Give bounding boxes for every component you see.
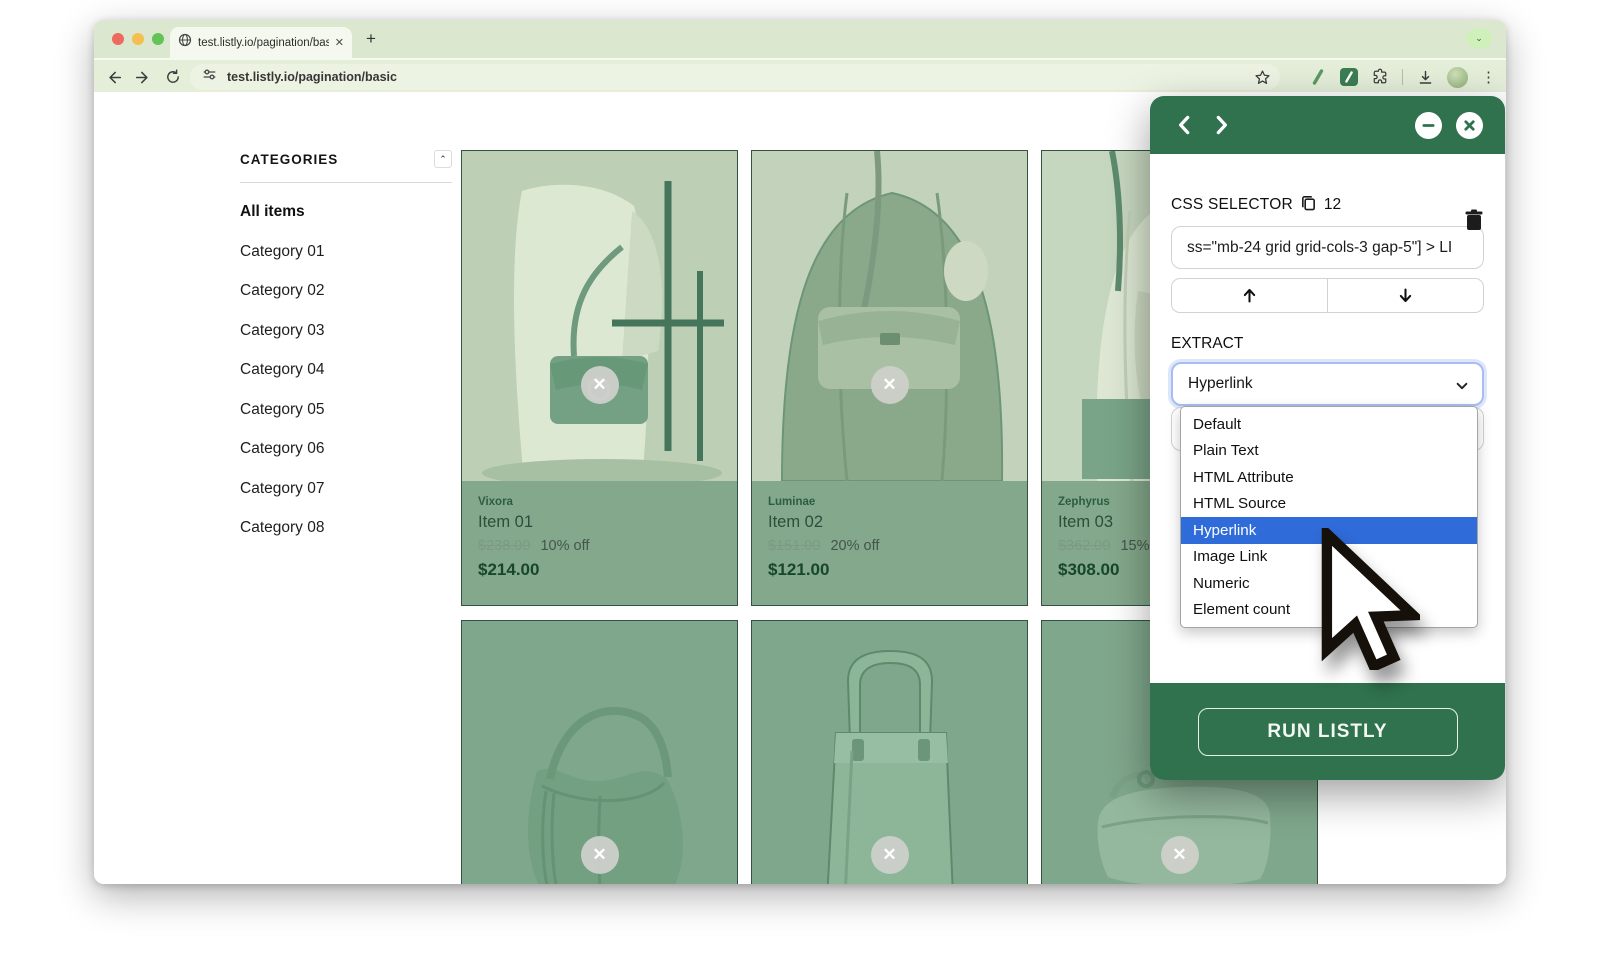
product-info: Luminae Item 02 $151.00 20% off $121.00 <box>752 481 1027 605</box>
extract-selected-value: Hyperlink <box>1188 375 1253 392</box>
back-icon[interactable] <box>104 68 122 86</box>
parent-selector-button[interactable] <box>1172 279 1327 312</box>
product-card[interactable]: ✕ Luminae Item 02 $151.00 20% off $121.0… <box>751 150 1028 606</box>
categories-sidebar: CATEGORIES ⌃ All items Category 01 Categ… <box>240 150 452 559</box>
sidebar-item-category-06[interactable]: Category 06 <box>240 440 452 463</box>
bookmark-star-icon[interactable] <box>1254 68 1272 86</box>
collapse-chevron-icon[interactable]: ⌃ <box>434 150 452 168</box>
option-plain-text[interactable]: Plain Text <box>1181 438 1477 465</box>
current-price: $214.00 <box>478 560 540 579</box>
browser-menu-icon[interactable]: ⋮ <box>1481 68 1496 86</box>
listly-panel: CSS SELECTOR 12 ss="mb-24 grid grid-cols… <box>1150 96 1505 780</box>
sidebar-item-category-03[interactable]: Category 03 <box>240 322 452 345</box>
reload-icon[interactable] <box>164 68 182 86</box>
sidebar-item-category-05[interactable]: Category 05 <box>240 401 452 424</box>
run-listly-button[interactable]: RUN LISTLY <box>1197 707 1458 756</box>
option-default[interactable]: Default <box>1181 411 1477 438</box>
product-card[interactable]: ✕ Vixora Item 01 $238.00 10% off $214.00 <box>461 150 738 606</box>
listly-pen-icon[interactable] <box>1309 68 1327 86</box>
extensions-puzzle-icon[interactable] <box>1371 68 1389 86</box>
downloads-icon[interactable] <box>1416 68 1434 86</box>
profile-avatar[interactable] <box>1447 66 1468 88</box>
arrow-up-icon <box>1243 288 1256 303</box>
site-settings-icon[interactable] <box>202 67 217 87</box>
minimize-window-button[interactable] <box>132 33 144 45</box>
extract-label: EXTRACT <box>1171 335 1244 352</box>
browser-toolbar: test.listly.io/pagination/basic ⋮ <box>94 58 1506 92</box>
original-price: $238.00 <box>478 538 531 554</box>
url-bar[interactable]: test.listly.io/pagination/basic <box>190 64 1280 90</box>
browser-tab[interactable]: test.listly.io/pagination/basic ✕ <box>170 27 352 58</box>
sidebar-item-category-02[interactable]: Category 02 <box>240 282 452 305</box>
product-image: ✕ <box>462 621 737 884</box>
mouse-cursor-icon <box>1320 521 1426 675</box>
sidebar-item-category-04[interactable]: Category 04 <box>240 361 452 384</box>
prev-chevron-icon[interactable] <box>1172 112 1198 138</box>
tab-close-icon[interactable]: ✕ <box>335 36 344 49</box>
listly-extension-icon[interactable] <box>1339 68 1358 86</box>
sidebar-divider <box>240 182 452 183</box>
css-selector-label: CSS SELECTOR <box>1171 196 1293 213</box>
next-chevron-icon[interactable] <box>1208 112 1234 138</box>
copy-icon[interactable] <box>1300 194 1317 216</box>
listly-panel-header <box>1150 96 1505 154</box>
product-card[interactable]: ✕ <box>751 620 1028 884</box>
original-price: $151.00 <box>768 538 821 554</box>
extract-select[interactable]: Hyperlink <box>1171 362 1484 406</box>
globe-favicon-icon <box>178 33 192 52</box>
product-brand: Luminae <box>768 496 816 508</box>
product-name[interactable]: Item 02 <box>768 513 1011 532</box>
child-selector-button[interactable] <box>1327 279 1483 312</box>
minimize-panel-button[interactable] <box>1415 112 1442 139</box>
sidebar-item-all-items[interactable]: All items <box>240 203 452 226</box>
product-name[interactable]: Item 01 <box>478 513 721 532</box>
deselect-button[interactable]: ✕ <box>1160 836 1199 874</box>
product-image: ✕ <box>752 621 1027 884</box>
match-count: 12 <box>1323 196 1342 213</box>
product-info: Vixora Item 01 $238.00 10% off $214.00 <box>462 481 737 605</box>
select-chevron-icon <box>1455 379 1469 398</box>
original-price: $362.00 <box>1058 538 1111 554</box>
url-text: test.listly.io/pagination/basic <box>227 70 397 84</box>
css-selector-input[interactable]: ss="mb-24 grid grid-cols-3 gap-5"] > LI <box>1171 226 1484 269</box>
listly-panel-body: CSS SELECTOR 12 ss="mb-24 grid grid-cols… <box>1150 194 1505 406</box>
toolbar-divider <box>1401 69 1403 85</box>
sidebar-item-category-08[interactable]: Category 08 <box>240 519 452 542</box>
browser-window: test.listly.io/pagination/basic ✕ + ⌄ te… <box>94 20 1506 884</box>
product-brand: Vixora <box>478 496 513 508</box>
arrow-down-icon <box>1399 288 1412 303</box>
trash-icon[interactable] <box>1463 208 1485 237</box>
screenshot-stage: test.listly.io/pagination/basic ✕ + ⌄ te… <box>0 0 1600 956</box>
deselect-button[interactable]: ✕ <box>580 366 619 404</box>
new-tab-button[interactable]: + <box>366 30 376 47</box>
fullscreen-window-button[interactable] <box>152 33 164 45</box>
deselect-button[interactable]: ✕ <box>870 366 909 404</box>
tab-title: test.listly.io/pagination/basic <box>198 36 329 49</box>
product-card[interactable]: ✕ <box>461 620 738 884</box>
option-html-attribute[interactable]: HTML Attribute <box>1181 464 1477 491</box>
tab-strip: test.listly.io/pagination/basic ✕ + ⌄ <box>94 20 1506 58</box>
product-image: ✕ <box>752 151 1027 481</box>
current-price: $121.00 <box>768 560 830 579</box>
deselect-button[interactable]: ✕ <box>580 836 619 874</box>
option-html-source[interactable]: HTML Source <box>1181 491 1477 518</box>
window-controls <box>112 33 164 45</box>
discount-label: 20% off <box>830 538 880 554</box>
deselect-button[interactable]: ✕ <box>870 836 909 874</box>
listly-panel-footer: RUN LISTLY <box>1150 683 1505 780</box>
sidebar-item-category-01[interactable]: Category 01 <box>240 243 452 266</box>
product-image: ✕ <box>462 151 737 481</box>
discount-label: 10% off <box>540 538 590 554</box>
selector-nav-buttons <box>1171 278 1484 313</box>
tab-search-button[interactable]: ⌄ <box>1466 29 1492 48</box>
close-panel-button[interactable] <box>1456 112 1483 139</box>
close-window-button[interactable] <box>112 33 124 45</box>
sidebar-item-category-07[interactable]: Category 07 <box>240 480 452 503</box>
categories-heading: CATEGORIES <box>240 151 339 167</box>
forward-icon[interactable] <box>134 68 152 86</box>
